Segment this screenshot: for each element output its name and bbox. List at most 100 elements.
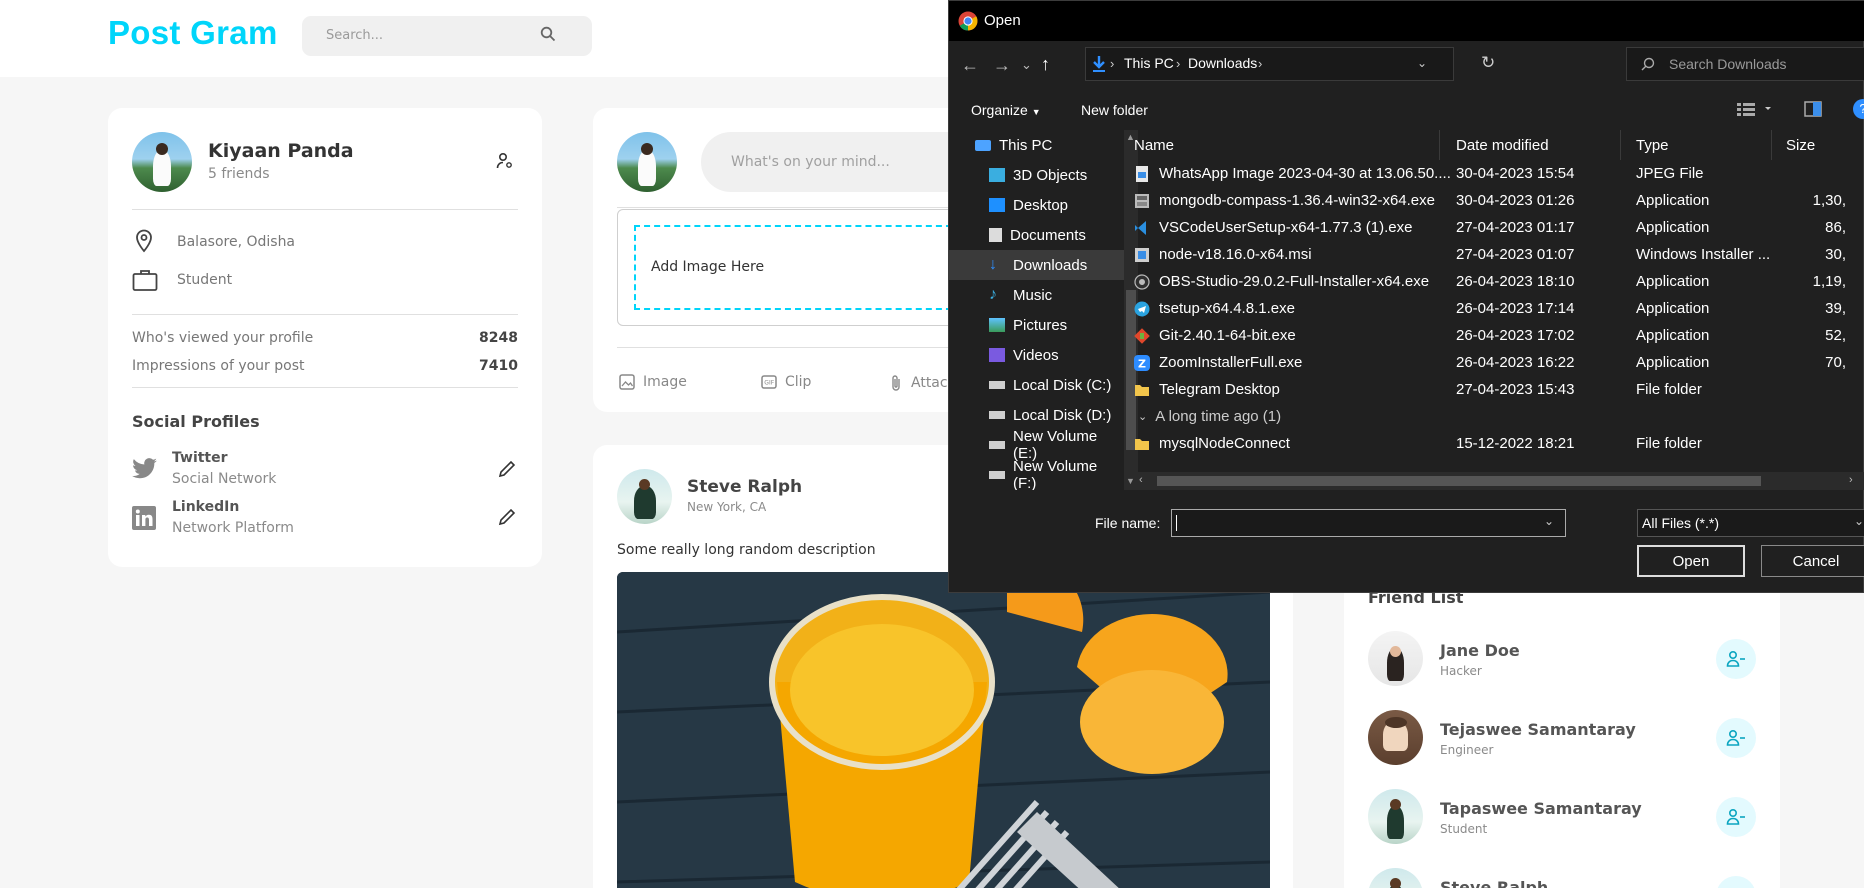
file-row[interactable]: mysqlNodeConnect 15-12-2022 18:21 File fol…: [1134, 430, 1864, 457]
post-image[interactable]: [617, 572, 1270, 888]
group-header[interactable]: ⌄ A long time ago (1): [1134, 403, 1864, 430]
file-row[interactable]: OBS-Studio-29.0.2-Full-Installer-x64.exe…: [1134, 268, 1864, 295]
nav-new-volume-e[interactable]: New Volume (E:): [949, 428, 1124, 462]
new-folder-button[interactable]: New folder: [1081, 102, 1148, 118]
file-name-cell[interactable]: OBS-Studio-29.0.2-Full-Installer-x64.exe: [1134, 273, 1456, 290]
friend-name[interactable]: Jane Doe: [1440, 641, 1520, 660]
file-name-cell[interactable]: Z ZoomInstallerFull.exe: [1134, 354, 1456, 371]
column-separator[interactable]: [1771, 130, 1772, 160]
search-icon[interactable]: [540, 26, 556, 46]
clip-action-label: Clip: [785, 374, 812, 390]
attach-action-button[interactable]: Attach: [889, 374, 956, 392]
file-date: 26-04-2023 18:10: [1456, 273, 1575, 290]
nav-3d-objects[interactable]: 3D Objects: [949, 160, 1124, 190]
column-date-modified[interactable]: Date modified: [1456, 137, 1636, 154]
column-separator[interactable]: [1439, 130, 1440, 160]
file-name-cell[interactable]: mysqlNodeConnect: [1134, 435, 1456, 452]
nav-documents[interactable]: Documents: [949, 220, 1124, 250]
file-name-cell[interactable]: node-v18.16.0-x64.msi: [1134, 246, 1456, 263]
friend-name[interactable]: Tapaswee Samantaray: [1440, 799, 1642, 818]
search-bar[interactable]: Search...: [302, 16, 592, 56]
friend-avatar[interactable]: [1368, 710, 1423, 765]
nav-local-disk-d[interactable]: Local Disk (D:): [949, 400, 1124, 430]
horizontal-scrollbar-thumb[interactable]: [1157, 476, 1761, 486]
breadcrumb-this-pc[interactable]: This PC: [1124, 55, 1174, 71]
nav-pictures[interactable]: Pictures: [949, 310, 1124, 340]
organize-menu[interactable]: Organize ▼: [971, 102, 1041, 118]
filename-input[interactable]: ⌄: [1171, 509, 1566, 537]
view-options-icon[interactable]: [1737, 101, 1773, 122]
friend-avatar[interactable]: [1368, 789, 1423, 844]
file-row[interactable]: mongodb-compass-1.36.4-win32-x64.exe 30-0…: [1134, 187, 1864, 214]
file-row[interactable]: node-v18.16.0-x64.msi 27-04-2023 01:07 Win…: [1134, 241, 1864, 268]
file-name-cell[interactable]: mongodb-compass-1.36.4-win32-x64.exe: [1134, 192, 1456, 209]
file-row[interactable]: Git-2.40.1-64-bit.exe 26-04-2023 17:02 App…: [1134, 322, 1864, 349]
column-size[interactable]: Size: [1786, 137, 1815, 154]
post-author-name[interactable]: Steve Ralph: [687, 477, 802, 497]
remove-friend-button[interactable]: [1716, 876, 1756, 888]
scroll-left-icon[interactable]: ‹: [1139, 474, 1143, 486]
filename-dropdown-icon[interactable]: ⌄: [1544, 514, 1554, 528]
manage-account-icon[interactable]: [496, 152, 514, 174]
horizontal-scrollbar[interactable]: ‹ ›: [1137, 472, 1864, 490]
image-action-button[interactable]: Image: [619, 374, 687, 390]
file-name-cell[interactable]: Telegram Desktop: [1134, 381, 1456, 398]
cancel-button[interactable]: Cancel: [1761, 545, 1864, 577]
nav-downloads[interactable]: ↓ Downloads: [949, 250, 1124, 280]
up-arrow-icon[interactable]: ↑: [1041, 54, 1050, 75]
column-type[interactable]: Type: [1636, 137, 1786, 154]
back-arrow-icon[interactable]: ←: [961, 55, 979, 76]
clip-action-button[interactable]: GIF Clip: [761, 374, 811, 390]
social-twitter-name[interactable]: Twitter: [172, 450, 228, 466]
friend-avatar[interactable]: [1368, 631, 1423, 686]
friend-name[interactable]: Tejaswee Samantaray: [1440, 720, 1636, 739]
profile-avatar[interactable]: [132, 132, 192, 192]
file-name-cell[interactable]: WhatsApp Image 2023-04-30 at 13.06.50...…: [1134, 165, 1456, 182]
file-type-select[interactable]: All Files (*.*) ⌄: [1637, 509, 1864, 537]
nav-this-pc[interactable]: This PC: [949, 130, 1124, 160]
file-type-value: All Files (*.*): [1642, 515, 1720, 531]
profile-name[interactable]: Kiyaan Panda: [208, 140, 354, 162]
file-row[interactable]: tsetup-x64.4.8.1.exe 26-04-2023 17:14 Appl…: [1134, 295, 1864, 322]
refresh-icon[interactable]: ↻: [1481, 53, 1495, 73]
remove-friend-button[interactable]: [1716, 797, 1756, 837]
edit-linkedin-icon[interactable]: [498, 508, 516, 530]
friend-avatar[interactable]: [1368, 868, 1423, 888]
edit-twitter-icon[interactable]: [498, 460, 516, 482]
app-logo[interactable]: Post Gram: [108, 14, 278, 52]
file-name-cell[interactable]: VSCodeUserSetup-x64-1.77.3 (1).exe: [1134, 219, 1456, 236]
file-row[interactable]: VSCodeUserSetup-x64-1.77.3 (1).exe 27-04-…: [1134, 214, 1864, 241]
forward-arrow-icon[interactable]: →: [993, 55, 1011, 76]
nav-new-volume-f[interactable]: New Volume (F:): [949, 458, 1124, 490]
file-name-cell[interactable]: tsetup-x64.4.8.1.exe: [1134, 300, 1456, 317]
nav-videos[interactable]: Videos: [949, 340, 1124, 370]
nav-music[interactable]: ♪ Music: [949, 280, 1124, 310]
friend-name[interactable]: Steve Ralph: [1440, 878, 1548, 888]
column-name[interactable]: Name: [1134, 137, 1456, 154]
open-button[interactable]: Open: [1637, 545, 1745, 577]
nav-scroll-down-icon[interactable]: ▼: [1126, 476, 1135, 486]
composer-avatar[interactable]: [617, 132, 677, 192]
file-row[interactable]: WhatsApp Image 2023-04-30 at 13.06.50...…: [1134, 160, 1864, 187]
social-linkedin-sub: Network Platform: [172, 520, 294, 536]
post-author-avatar[interactable]: [617, 469, 672, 524]
preview-pane-icon[interactable]: [1804, 101, 1822, 122]
nav-desktop[interactable]: Desktop: [949, 190, 1124, 220]
file-row[interactable]: Telegram Desktop 27-04-2023 15:43 File fol…: [1134, 376, 1864, 403]
remove-friend-button[interactable]: [1716, 718, 1756, 758]
social-linkedin-name[interactable]: LinkedIn: [172, 499, 239, 515]
address-dropdown-icon[interactable]: ⌄: [1417, 56, 1427, 70]
remove-friend-button[interactable]: [1716, 639, 1756, 679]
dialog-titlebar[interactable]: Open: [949, 1, 1864, 41]
address-bar[interactable]: › This PC › Downloads › ⌄: [1085, 47, 1454, 81]
breadcrumb-downloads[interactable]: Downloads: [1188, 55, 1257, 71]
search-downloads-field[interactable]: Search Downloads: [1626, 47, 1864, 81]
help-icon[interactable]: ?: [1853, 99, 1864, 119]
recent-locations-chevron-icon[interactable]: ⌄: [1021, 57, 1032, 73]
column-separator[interactable]: [1620, 130, 1621, 160]
file-row[interactable]: Z ZoomInstallerFull.exe 26-04-2023 16:22 Ap…: [1134, 349, 1864, 376]
nav-local-disk-c[interactable]: Local Disk (C:): [949, 370, 1124, 400]
search-input[interactable]: Search...: [326, 28, 383, 43]
file-name-cell[interactable]: Git-2.40.1-64-bit.exe: [1134, 327, 1456, 344]
scroll-right-icon[interactable]: ›: [1849, 474, 1853, 486]
